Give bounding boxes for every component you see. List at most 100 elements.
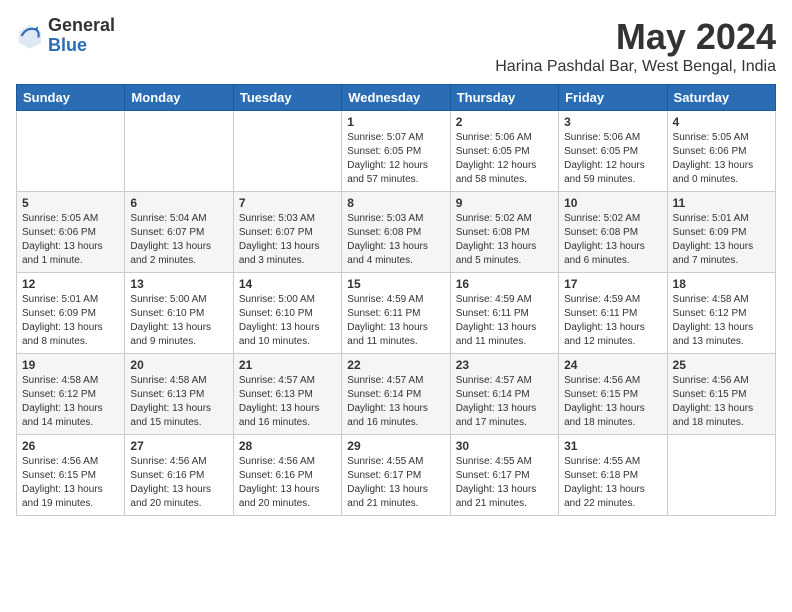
page-header: General Blue May 2024 Harina Pashdal Bar… <box>16 16 776 76</box>
day-info: Sunrise: 5:05 AM Sunset: 6:06 PM Dayligh… <box>673 131 770 187</box>
calendar-cell: 21 Sunrise: 4:57 AM Sunset: 6:13 PM Dayli… <box>233 354 341 435</box>
day-info: Sunrise: 5:07 AM Sunset: 6:05 PM Dayligh… <box>347 131 444 187</box>
day-number: 18 <box>673 277 770 291</box>
day-number: 20 <box>130 358 227 372</box>
day-info: Sunrise: 4:56 AM Sunset: 6:15 PM Dayligh… <box>564 374 661 430</box>
day-info: Sunrise: 4:55 AM Sunset: 6:17 PM Dayligh… <box>456 455 553 511</box>
day-number: 3 <box>564 115 661 129</box>
day-info: Sunrise: 4:57 AM Sunset: 6:14 PM Dayligh… <box>456 374 553 430</box>
day-info: Sunrise: 5:06 AM Sunset: 6:05 PM Dayligh… <box>564 131 661 187</box>
day-info: Sunrise: 5:03 AM Sunset: 6:08 PM Dayligh… <box>347 212 444 268</box>
calendar-cell: 23 Sunrise: 4:57 AM Sunset: 6:14 PM Dayli… <box>450 354 558 435</box>
day-number: 2 <box>456 115 553 129</box>
day-info: Sunrise: 4:58 AM Sunset: 6:13 PM Dayligh… <box>130 374 227 430</box>
day-info: Sunrise: 5:03 AM Sunset: 6:07 PM Dayligh… <box>239 212 336 268</box>
day-info: Sunrise: 5:02 AM Sunset: 6:08 PM Dayligh… <box>456 212 553 268</box>
day-number: 5 <box>22 196 119 210</box>
day-number: 24 <box>564 358 661 372</box>
calendar-cell: 13Sunrise: 5:00 AM Sunset: 6:10 PM Dayli… <box>125 273 233 354</box>
day-info: Sunrise: 5:01 AM Sunset: 6:09 PM Dayligh… <box>22 293 119 349</box>
calendar-cell: 29 Sunrise: 4:55 AM Sunset: 6:17 PM Dayli… <box>342 435 450 516</box>
logo-blue: Blue <box>48 36 115 56</box>
day-number: 25 <box>673 358 770 372</box>
calendar-cell: 27 Sunrise: 4:56 AM Sunset: 6:16 PM Dayli… <box>125 435 233 516</box>
day-number: 9 <box>456 196 553 210</box>
day-number: 22 <box>347 358 444 372</box>
title-block: May 2024 Harina Pashdal Bar, West Bengal… <box>495 16 776 76</box>
calendar-week-row: 26 Sunrise: 4:56 AM Sunset: 6:15 PM Dayli… <box>17 435 776 516</box>
weekday-header: Sunday <box>17 85 125 111</box>
calendar-cell: 6Sunrise: 5:04 AM Sunset: 6:07 PM Daylig… <box>125 192 233 273</box>
calendar-cell: 17 Sunrise: 4:59 AM Sunset: 6:11 PM Dayli… <box>559 273 667 354</box>
calendar-cell: 10 Sunrise: 5:02 AM Sunset: 6:08 PM Dayli… <box>559 192 667 273</box>
day-number: 10 <box>564 196 661 210</box>
calendar-cell: 5 Sunrise: 5:05 AM Sunset: 6:06 PM Daylig… <box>17 192 125 273</box>
calendar-week-row: 1 Sunrise: 5:07 AM Sunset: 6:05 PM Daylig… <box>17 111 776 192</box>
calendar-table: SundayMondayTuesdayWednesdayThursdayFrid… <box>16 84 776 516</box>
day-number: 15 <box>347 277 444 291</box>
day-info: Sunrise: 5:05 AM Sunset: 6:06 PM Dayligh… <box>22 212 119 268</box>
day-info: Sunrise: 5:04 AM Sunset: 6:07 PM Dayligh… <box>130 212 227 268</box>
calendar-cell: 31 Sunrise: 4:55 AM Sunset: 6:18 PM Dayli… <box>559 435 667 516</box>
calendar-cell: 15 Sunrise: 4:59 AM Sunset: 6:11 PM Dayli… <box>342 273 450 354</box>
day-number: 1 <box>347 115 444 129</box>
weekday-header: Thursday <box>450 85 558 111</box>
calendar-week-row: 5 Sunrise: 5:05 AM Sunset: 6:06 PM Daylig… <box>17 192 776 273</box>
calendar-cell: 4 Sunrise: 5:05 AM Sunset: 6:06 PM Daylig… <box>667 111 775 192</box>
day-info: Sunrise: 5:02 AM Sunset: 6:08 PM Dayligh… <box>564 212 661 268</box>
day-info: Sunrise: 4:59 AM Sunset: 6:11 PM Dayligh… <box>564 293 661 349</box>
calendar-cell: 16Sunrise: 4:59 AM Sunset: 6:11 PM Dayli… <box>450 273 558 354</box>
day-info: Sunrise: 4:56 AM Sunset: 6:15 PM Dayligh… <box>22 455 119 511</box>
day-info: Sunrise: 5:00 AM Sunset: 6:10 PM Dayligh… <box>239 293 336 349</box>
calendar-cell <box>125 111 233 192</box>
month-title: May 2024 <box>495 16 776 58</box>
logo-general: General <box>48 16 115 36</box>
calendar-week-row: 12 Sunrise: 5:01 AM Sunset: 6:09 PM Dayli… <box>17 273 776 354</box>
calendar-header-row: SundayMondayTuesdayWednesdayThursdayFrid… <box>17 85 776 111</box>
day-number: 8 <box>347 196 444 210</box>
calendar-cell <box>667 435 775 516</box>
location-title: Harina Pashdal Bar, West Bengal, India <box>495 58 776 76</box>
day-number: 16 <box>456 277 553 291</box>
day-number: 4 <box>673 115 770 129</box>
day-number: 12 <box>22 277 119 291</box>
weekday-header: Friday <box>559 85 667 111</box>
day-info: Sunrise: 4:58 AM Sunset: 6:12 PM Dayligh… <box>673 293 770 349</box>
day-info: Sunrise: 4:59 AM Sunset: 6:11 PM Dayligh… <box>347 293 444 349</box>
day-number: 11 <box>673 196 770 210</box>
calendar-cell: 28Sunrise: 4:56 AM Sunset: 6:16 PM Dayli… <box>233 435 341 516</box>
calendar-cell: 1 Sunrise: 5:07 AM Sunset: 6:05 PM Daylig… <box>342 111 450 192</box>
calendar-cell: 18 Sunrise: 4:58 AM Sunset: 6:12 PM Dayli… <box>667 273 775 354</box>
day-number: 17 <box>564 277 661 291</box>
calendar-cell: 7Sunrise: 5:03 AM Sunset: 6:07 PM Daylig… <box>233 192 341 273</box>
day-number: 29 <box>347 439 444 453</box>
day-info: Sunrise: 5:06 AM Sunset: 6:05 PM Dayligh… <box>456 131 553 187</box>
day-number: 31 <box>564 439 661 453</box>
calendar-cell: 25Sunrise: 4:56 AM Sunset: 6:15 PM Dayli… <box>667 354 775 435</box>
calendar-cell: 3 Sunrise: 5:06 AM Sunset: 6:05 PM Daylig… <box>559 111 667 192</box>
day-info: Sunrise: 4:55 AM Sunset: 6:17 PM Dayligh… <box>347 455 444 511</box>
day-number: 19 <box>22 358 119 372</box>
calendar-cell: 14Sunrise: 5:00 AM Sunset: 6:10 PM Dayli… <box>233 273 341 354</box>
weekday-header: Saturday <box>667 85 775 111</box>
day-number: 27 <box>130 439 227 453</box>
day-info: Sunrise: 4:57 AM Sunset: 6:13 PM Dayligh… <box>239 374 336 430</box>
weekday-header: Tuesday <box>233 85 341 111</box>
calendar-cell: 12 Sunrise: 5:01 AM Sunset: 6:09 PM Dayli… <box>17 273 125 354</box>
calendar-cell: 26 Sunrise: 4:56 AM Sunset: 6:15 PM Dayli… <box>17 435 125 516</box>
day-number: 23 <box>456 358 553 372</box>
day-info: Sunrise: 5:00 AM Sunset: 6:10 PM Dayligh… <box>130 293 227 349</box>
day-number: 26 <box>22 439 119 453</box>
day-number: 30 <box>456 439 553 453</box>
calendar-cell: 30 Sunrise: 4:55 AM Sunset: 6:17 PM Dayli… <box>450 435 558 516</box>
day-number: 21 <box>239 358 336 372</box>
calendar-cell: 20 Sunrise: 4:58 AM Sunset: 6:13 PM Dayli… <box>125 354 233 435</box>
weekday-header: Wednesday <box>342 85 450 111</box>
day-number: 28 <box>239 439 336 453</box>
day-info: Sunrise: 4:56 AM Sunset: 6:16 PM Dayligh… <box>130 455 227 511</box>
day-info: Sunrise: 5:01 AM Sunset: 6:09 PM Dayligh… <box>673 212 770 268</box>
calendar-cell: 2 Sunrise: 5:06 AM Sunset: 6:05 PM Daylig… <box>450 111 558 192</box>
calendar-week-row: 19Sunrise: 4:58 AM Sunset: 6:12 PM Dayli… <box>17 354 776 435</box>
calendar-cell: 9 Sunrise: 5:02 AM Sunset: 6:08 PM Daylig… <box>450 192 558 273</box>
day-info: Sunrise: 4:55 AM Sunset: 6:18 PM Dayligh… <box>564 455 661 511</box>
